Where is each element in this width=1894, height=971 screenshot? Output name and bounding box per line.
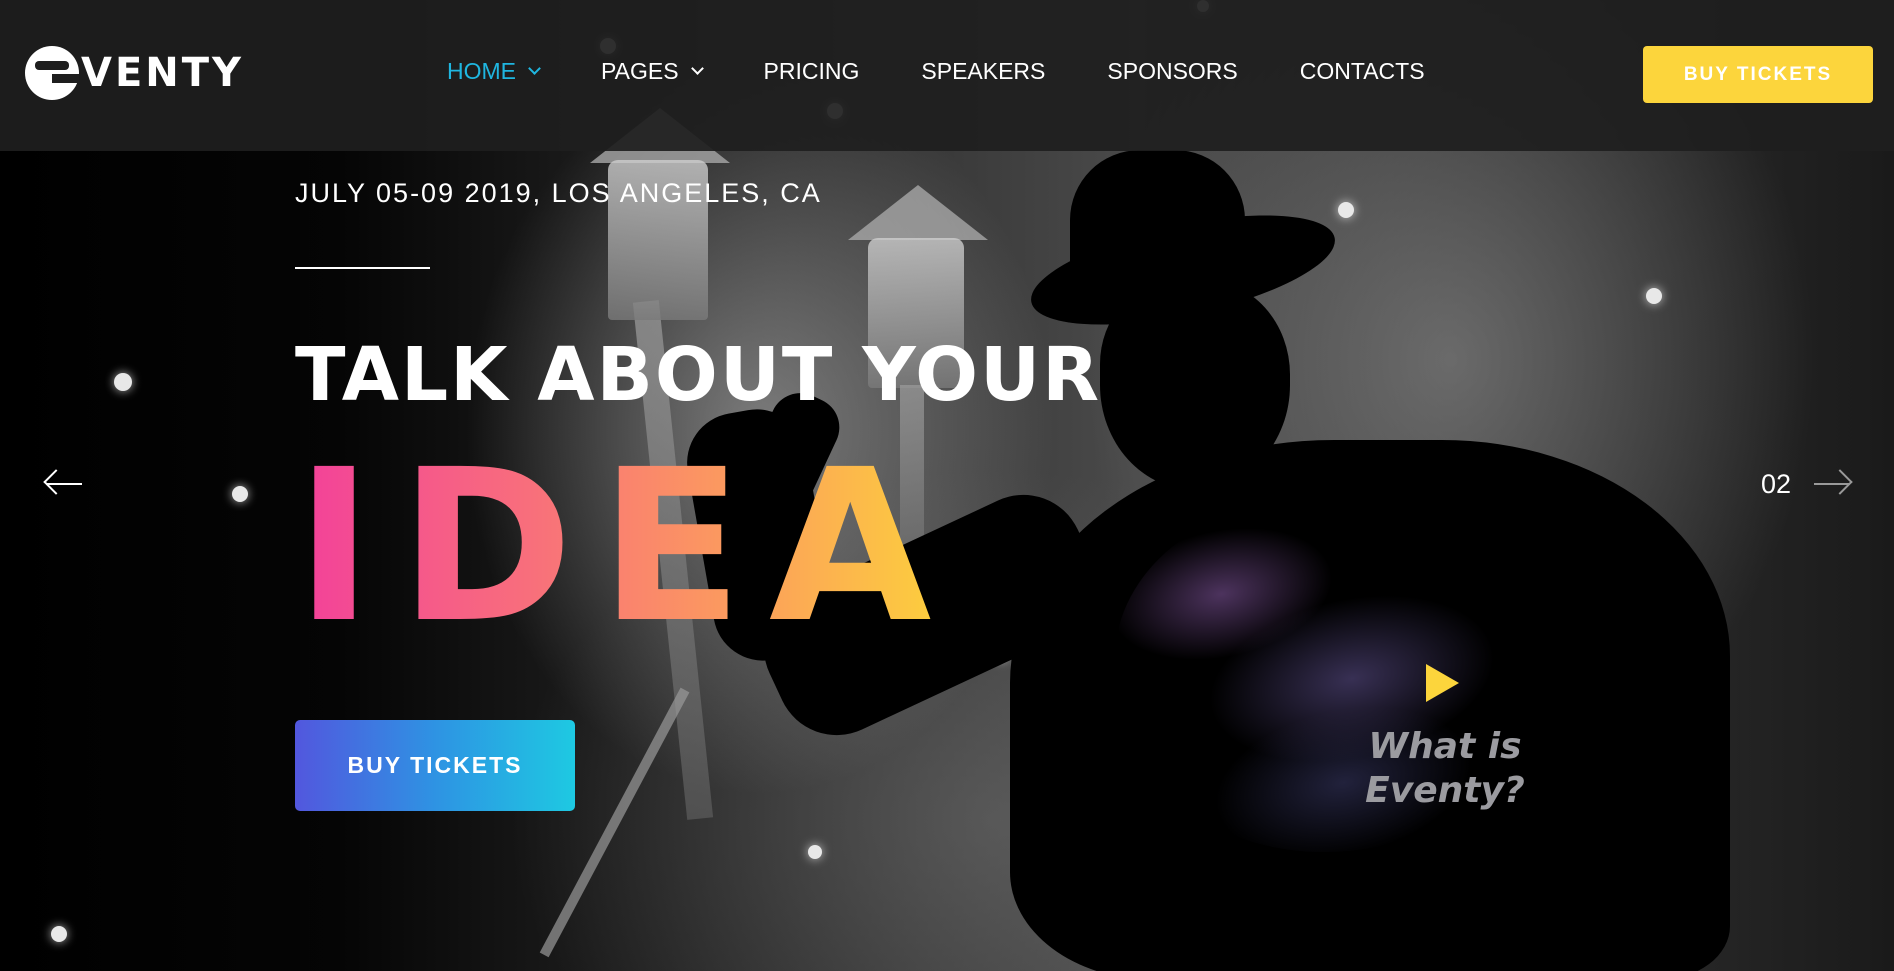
play-icon[interactable] [1426,664,1459,702]
slide-number: 02 [1761,469,1792,499]
bokeh-light [114,373,132,391]
nav-item-label: PRICING [763,58,860,84]
arrow-left-icon[interactable] [43,469,84,498]
hero-highlight-word: IDEA [295,424,958,669]
bokeh-light [1646,288,1662,304]
chevron-down-icon [690,62,704,75]
arrow-right-icon[interactable] [1812,469,1853,498]
main-nav: HOME PAGES PRICING SPEAKERS SPONSORS CON… [447,58,1487,85]
hero-buy-tickets-button[interactable]: BUY TICKETS [295,720,575,811]
nav-item-label: HOME [447,58,516,84]
event-date-location: JULY 05-09 2019, LOS ANGELES, CA [295,178,822,208]
nav-item-label: PAGES [601,58,679,84]
nav-item-label: SPEAKERS [921,58,1046,84]
bokeh-light [808,845,822,859]
video-label-line1: What is [1368,726,1522,767]
nav-item-contacts[interactable]: CONTACTS [1300,58,1425,85]
nav-item-pricing[interactable]: PRICING [764,58,860,85]
nav-item-label: CONTACTS [1299,58,1425,84]
video-link[interactable]: What is Eventy? [1355,725,1535,813]
logo[interactable]: VENTY [25,46,244,100]
divider [295,267,430,269]
hero-headline: TALK ABOUT YOUR [295,332,1102,418]
bokeh-light [1338,202,1354,218]
logo-text: VENTY [81,50,245,96]
video-label-line2: Eventy? [1365,770,1525,811]
lamp-cap [848,185,988,240]
nav-item-pages[interactable]: PAGES [601,58,704,85]
nav-item-sponsors[interactable]: SPONSORS [1107,58,1237,85]
site-header: VENTY HOME PAGES PRICING SPEAKERS SPONSO… [0,0,1894,151]
bokeh-light [232,486,248,502]
nav-item-speakers[interactable]: SPEAKERS [921,58,1045,85]
nav-item-home[interactable]: HOME [447,58,541,85]
chevron-down-icon [528,62,541,75]
header-buy-tickets-button[interactable]: BUY TICKETS [1643,46,1873,103]
bokeh-light [51,926,67,942]
logo-e-icon [25,46,79,100]
nav-item-label: SPONSORS [1107,58,1238,84]
